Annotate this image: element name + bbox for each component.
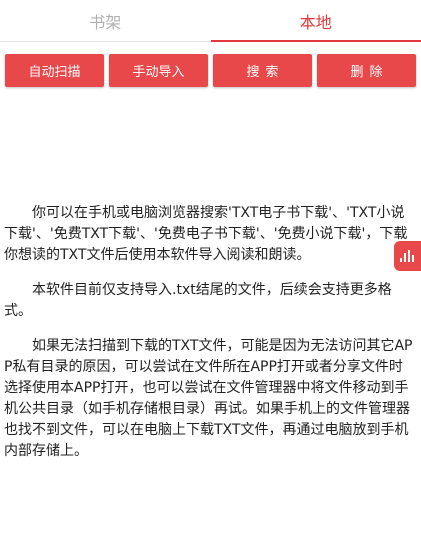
- toolbar: 自动扫描 手动导入 搜索 删除: [5, 54, 416, 87]
- search-button[interactable]: 搜索: [213, 54, 312, 87]
- equalizer-icon: [399, 250, 414, 262]
- help-paragraph-format: 本软件目前仅支持导入.txt结尾的文件，后续会支持更多格式。: [4, 282, 392, 319]
- delete-button[interactable]: 删除: [317, 54, 416, 87]
- tab-bookshelf[interactable]: 书架: [0, 0, 211, 41]
- auto-scan-button[interactable]: 自动扫描: [5, 54, 104, 87]
- tab-local[interactable]: 本地: [210, 0, 421, 42]
- tab-bar: 书架 本地: [0, 0, 421, 42]
- help-paragraph-troubleshoot: 如果无法扫描到下载的TXT文件，可能是因为无法访问其它APP私有目录的原因，可以…: [4, 338, 413, 459]
- floating-audio-widget[interactable]: [394, 241, 421, 271]
- help-text: 你可以在手机或电脑浏览器搜索'TXT电子书下载'、'TXT小说下载'、'免费TX…: [4, 203, 414, 476]
- manual-import-button[interactable]: 手动导入: [109, 54, 208, 87]
- help-paragraph-download: 你可以在手机或电脑浏览器搜索'TXT电子书下载'、'TXT小说下载'、'免费TX…: [4, 205, 408, 263]
